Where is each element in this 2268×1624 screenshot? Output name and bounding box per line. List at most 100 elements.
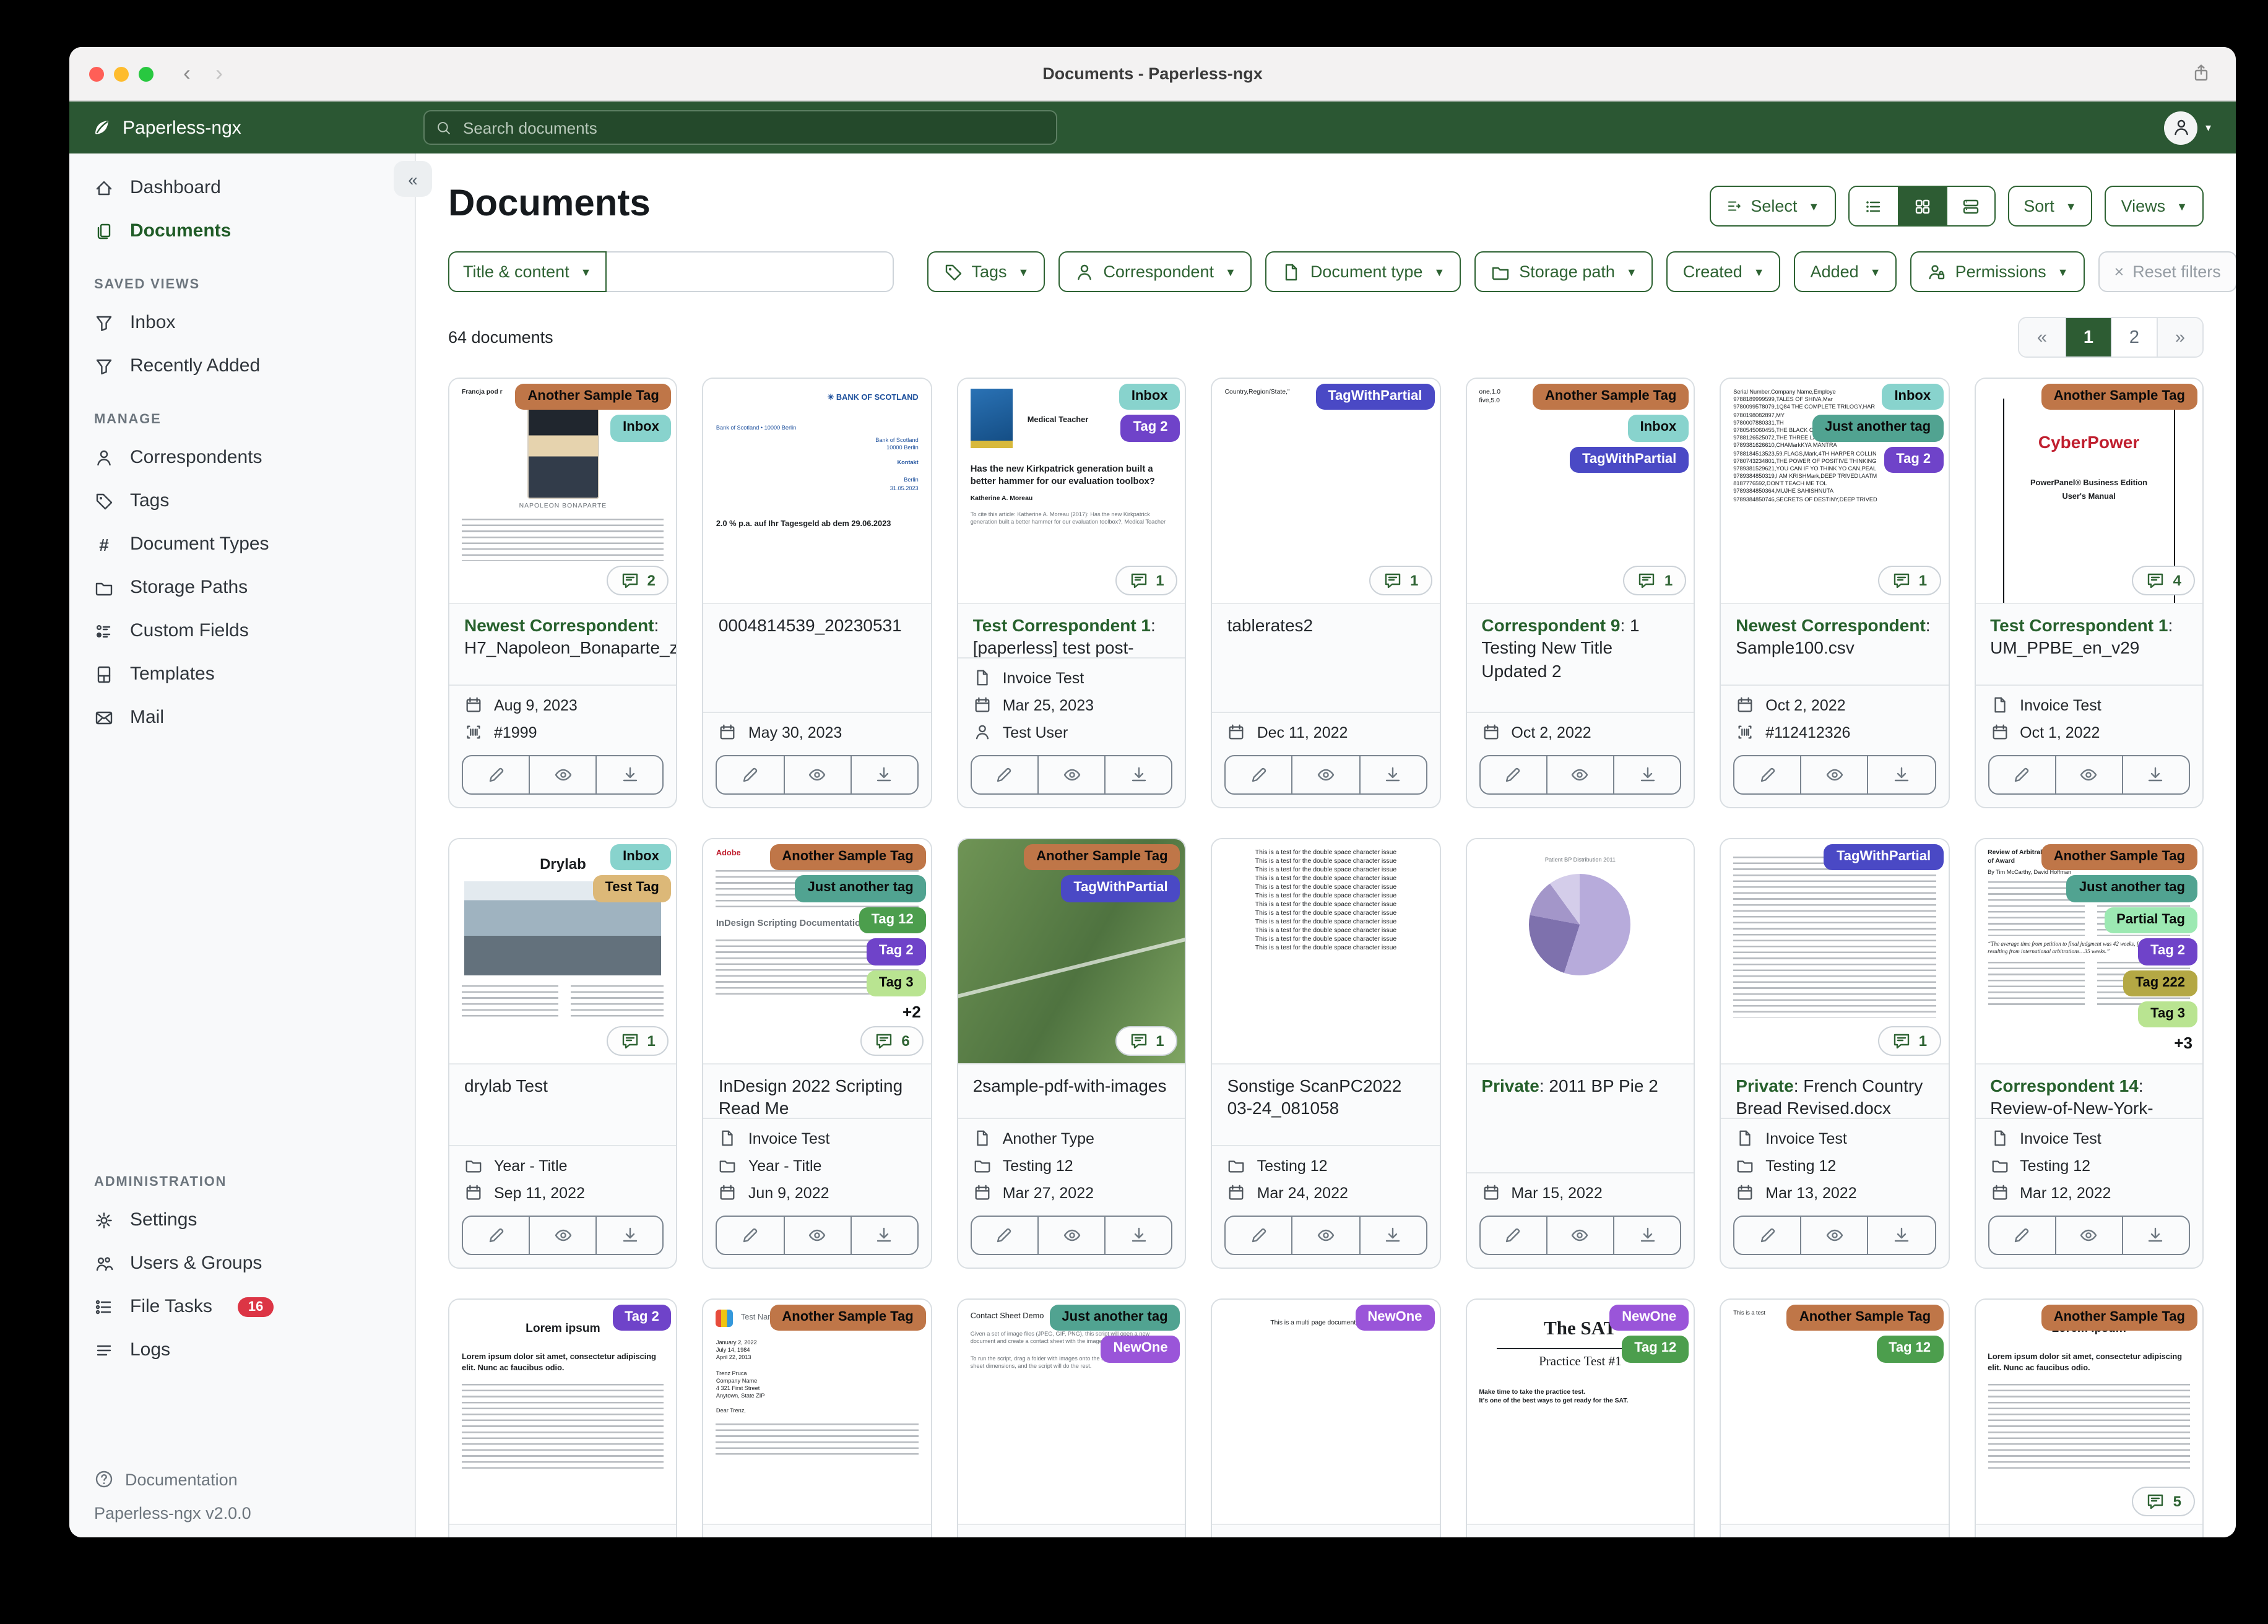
download-button[interactable] bbox=[850, 756, 917, 793]
browser-forward-button[interactable]: › bbox=[215, 61, 223, 87]
documentation-link[interactable]: Documentation bbox=[94, 1469, 395, 1489]
tag-chip-tagwithpartial[interactable]: TagWithPartial bbox=[1824, 844, 1944, 871]
app-brand[interactable]: Paperless-ngx bbox=[92, 117, 423, 138]
edit-button[interactable] bbox=[972, 756, 1037, 793]
document-thumbnail[interactable]: The SAT Practice Test #1 Make time to take… bbox=[1466, 1300, 1694, 1525]
tag-chip-tagwithpartial[interactable]: TagWithPartial bbox=[1570, 446, 1689, 473]
download-button[interactable] bbox=[2121, 756, 2189, 793]
tag-chip-tag-2[interactable]: Tag 2 bbox=[1884, 446, 1944, 473]
document-title[interactable]: InDesign 2022 Scripting Read Me bbox=[704, 1065, 931, 1118]
edit-button[interactable] bbox=[1480, 756, 1546, 793]
sidebar-item-recently-added[interactable]: Recently Added bbox=[69, 344, 415, 387]
document-title[interactable]: tablerates2 bbox=[1213, 604, 1440, 712]
document-title[interactable]: Newest Correspondent: Sample100.csv bbox=[1721, 604, 1948, 685]
sidebar-collapse-button[interactable]: « bbox=[394, 161, 432, 197]
download-button[interactable] bbox=[1867, 1217, 1934, 1254]
edit-button[interactable] bbox=[463, 756, 529, 793]
document-title[interactable]: Sonstige ScanPC2022 03-24_081058 bbox=[1213, 1065, 1440, 1145]
tag-chip-another-sample-tag[interactable]: Another Sample Tag bbox=[2041, 844, 2197, 871]
edit-button[interactable] bbox=[1734, 756, 1800, 793]
views-dropdown-button[interactable]: Views ▼ bbox=[2105, 186, 2204, 227]
list-view-button[interactable] bbox=[1849, 187, 1898, 225]
sidebar-item-documents[interactable]: Documents bbox=[69, 209, 415, 253]
close-window-button[interactable] bbox=[89, 66, 104, 81]
document-title[interactable]: 0004814539_20230531 bbox=[704, 604, 931, 712]
zoom-window-button[interactable] bbox=[139, 66, 154, 81]
tag-chip-partial-tag[interactable]: Partial Tag bbox=[2104, 907, 2197, 934]
sidebar-item-document-types[interactable]: # Document Types bbox=[69, 522, 415, 566]
document-thumbnail[interactable]: Country,Region/State," TagWithPartial 1 bbox=[1212, 379, 1440, 604]
document-card[interactable]: This is a multi page document. Page 1. Ne… bbox=[1211, 1298, 1441, 1537]
minimize-window-button[interactable] bbox=[114, 66, 129, 81]
download-button[interactable] bbox=[1612, 1217, 1680, 1254]
download-button[interactable] bbox=[1104, 756, 1171, 793]
document-title[interactable]: drylab Test bbox=[449, 1065, 677, 1145]
tag-chip-tag-2[interactable]: Tag 2 bbox=[866, 938, 926, 965]
sidebar-item-file-tasks[interactable]: File Tasks 16 bbox=[69, 1285, 415, 1328]
sidebar-item-dashboard[interactable]: Dashboard bbox=[69, 166, 415, 209]
global-search[interactable] bbox=[423, 110, 1057, 145]
document-title[interactable]: Newest Correspondent: H7_Napoleon_Bonapa… bbox=[449, 604, 677, 685]
tag-chip-tag-2[interactable]: Tag 2 bbox=[2138, 938, 2197, 965]
grid-view-button[interactable] bbox=[1897, 187, 1946, 225]
tag-chip-tag-12[interactable]: Tag 12 bbox=[859, 907, 926, 934]
edit-button[interactable] bbox=[1480, 1217, 1546, 1254]
document-thumbnail[interactable]: This is a test for the double space char… bbox=[1212, 839, 1440, 1065]
tag-chip-tag-12[interactable]: Tag 12 bbox=[1622, 1336, 1689, 1363]
edit-button[interactable] bbox=[717, 1217, 783, 1254]
tag-chip-just-another-tag[interactable]: Just another tag bbox=[795, 875, 926, 902]
correspondent-link[interactable]: Private bbox=[1481, 1076, 1539, 1095]
document-title[interactable]: Correspondent 14: Review-of-New-York-Fed… bbox=[1975, 1065, 2202, 1118]
tag-chip-newone[interactable]: NewOne bbox=[1101, 1336, 1180, 1363]
preview-button[interactable] bbox=[2054, 1217, 2121, 1254]
tag-chip-inbox[interactable]: Inbox bbox=[610, 415, 672, 442]
preview-button[interactable] bbox=[1800, 756, 1868, 793]
download-button[interactable] bbox=[1359, 1217, 1426, 1254]
tag-chip-tagwithpartial[interactable]: TagWithPartial bbox=[1061, 875, 1180, 902]
tag-chip-tag-3[interactable]: Tag 3 bbox=[2138, 1001, 2197, 1028]
correspondent-link[interactable]: Test Correspondent 1 bbox=[973, 615, 1151, 635]
sidebar-item-templates[interactable]: Templates bbox=[69, 652, 415, 696]
edit-button[interactable] bbox=[1989, 1217, 2054, 1254]
tag-chip-inbox[interactable]: Inbox bbox=[610, 844, 672, 871]
preview-button[interactable] bbox=[529, 756, 595, 793]
download-button[interactable] bbox=[595, 756, 663, 793]
preview-button[interactable] bbox=[1800, 1217, 1868, 1254]
document-thumbnail[interactable]: Lorem ipsumLorem ipsum dolor sit amet, c… bbox=[1975, 1300, 2202, 1525]
document-thumbnail[interactable]: ✳ BANK OF SCOTLAND Bank of Scotland • 100… bbox=[703, 379, 931, 604]
pagination-next-button[interactable]: » bbox=[2157, 318, 2202, 356]
document-thumbnail[interactable]: Medical Teacher Has the new Kirkpatrick g… bbox=[958, 379, 1185, 604]
document-card[interactable]: This is a test Another Sample Tag Tag 12 bbox=[1720, 1298, 1950, 1537]
tag-chip-tag-3[interactable]: Tag 3 bbox=[866, 970, 926, 996]
document-thumbnail[interactable]: This is a multi page document. Page 1. Ne… bbox=[1212, 1300, 1440, 1525]
edit-button[interactable] bbox=[972, 1217, 1037, 1254]
filter-chip-correspondent[interactable]: Correspondent ▼ bbox=[1058, 251, 1252, 292]
download-button[interactable] bbox=[1867, 756, 1934, 793]
tag-chip-just-another-tag[interactable]: Just another tag bbox=[1049, 1305, 1180, 1331]
document-card[interactable]: Contact Sheet Demo Given a set of image f… bbox=[956, 1298, 1187, 1537]
tag-chip-tag-222[interactable]: Tag 222 bbox=[2123, 970, 2197, 996]
title-content-filter-input[interactable] bbox=[606, 251, 894, 292]
document-thumbnail[interactable]: Serial Number,Company Name,Employe 978818… bbox=[1721, 379, 1949, 604]
document-card[interactable]: Medical Teacher Has the new Kirkpatrick g… bbox=[956, 378, 1187, 808]
tag-chip-inbox[interactable]: Inbox bbox=[1627, 415, 1689, 442]
tag-chip-newone[interactable]: NewOne bbox=[1355, 1305, 1435, 1331]
tag-chip-newone[interactable]: NewOne bbox=[1609, 1305, 1689, 1331]
preview-button[interactable] bbox=[1291, 1217, 1359, 1254]
search-input[interactable] bbox=[461, 117, 1045, 138]
document-card[interactable]: Patient BP Distribution 2011 Private: 201… bbox=[1465, 838, 1695, 1269]
sidebar-item-custom-fields[interactable]: Custom Fields bbox=[69, 609, 415, 652]
download-button[interactable] bbox=[1104, 1217, 1171, 1254]
tag-chip-test-tag[interactable]: Test Tag bbox=[592, 875, 672, 902]
pagination-page-1[interactable]: 1 bbox=[2065, 318, 2111, 356]
tag-chip-inbox[interactable]: Inbox bbox=[1119, 384, 1180, 410]
preview-button[interactable] bbox=[529, 1217, 595, 1254]
sidebar-item-inbox[interactable]: Inbox bbox=[69, 301, 415, 344]
document-card[interactable]: Serial Number,Company Name,Employe 978818… bbox=[1720, 378, 1950, 808]
filter-chip-tags[interactable]: Tags ▼ bbox=[927, 251, 1045, 292]
document-thumbnail[interactable]: Another Sample Tag TagWithPartial 1 bbox=[958, 839, 1185, 1065]
tag-chip-another-sample-tag[interactable]: Another Sample Tag bbox=[515, 384, 672, 410]
pagination-prev-button[interactable]: « bbox=[2019, 318, 2065, 356]
document-card[interactable]: ✳ BANK OF SCOTLAND Bank of Scotland • 100… bbox=[702, 378, 932, 808]
tag-chip-another-sample-tag[interactable]: Another Sample Tag bbox=[2041, 1305, 2197, 1331]
